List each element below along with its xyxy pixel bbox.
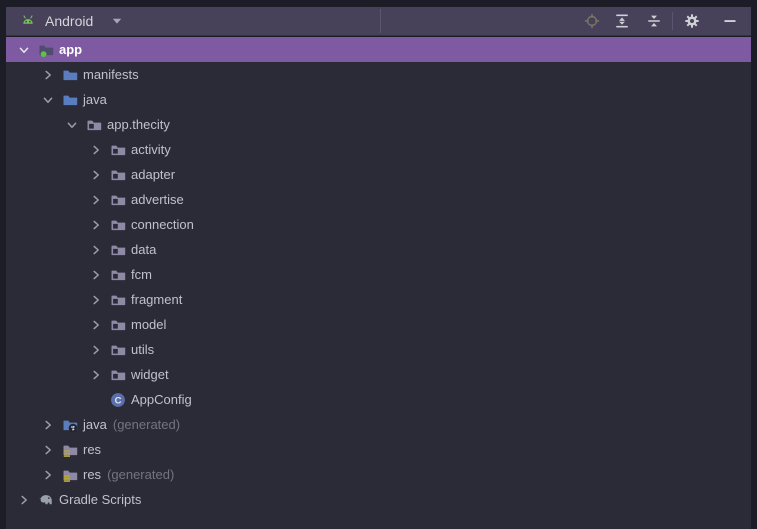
view-selector[interactable]: Android: [20, 7, 125, 35]
tree-row-widget[interactable]: widget: [6, 362, 751, 387]
package-folder-icon: [110, 267, 126, 283]
chevron-right-icon[interactable]: [40, 467, 56, 483]
tree-row-label: app.thecity: [107, 117, 170, 133]
package-folder-icon: [110, 317, 126, 333]
tree-row-label: activity: [131, 142, 171, 158]
project-toolbar: Android: [6, 7, 751, 36]
tree-row-suffix: (generated): [107, 467, 174, 482]
tree-row-suffix: (generated): [113, 417, 180, 432]
svg-text:C: C: [115, 395, 122, 406]
package-folder-icon: [110, 217, 126, 233]
resources-folder-icon: [62, 467, 78, 483]
project-tool-window: Android appmanifestsjavaapp.thecityactiv…: [0, 0, 757, 529]
tree-row-label: AppConfig: [131, 392, 192, 408]
chevron-right-icon[interactable]: [88, 342, 104, 358]
tree-row-label: fragment: [131, 292, 182, 308]
package-folder-icon: [110, 342, 126, 358]
tree-row-label: manifests: [83, 67, 139, 83]
tree-row-res[interactable]: res: [6, 437, 751, 462]
locate-file-icon[interactable]: [583, 12, 601, 30]
tree-row-app-thecity[interactable]: app.thecity: [6, 112, 751, 137]
package-folder-icon: [110, 167, 126, 183]
tree-row-advertise[interactable]: advertise: [6, 187, 751, 212]
resources-folder-icon: [62, 442, 78, 458]
tree-row-label: java: [83, 92, 107, 108]
toolbar-divider: [672, 12, 673, 30]
tree-row-connection[interactable]: connection: [6, 212, 751, 237]
chevron-down-icon[interactable]: [64, 117, 80, 133]
chevron-right-icon[interactable]: [88, 192, 104, 208]
tree-row-activity[interactable]: activity: [6, 137, 751, 162]
chevron-right-icon[interactable]: [88, 317, 104, 333]
folder-blue-icon: [62, 67, 78, 83]
selector-caret-icon: [109, 13, 125, 29]
package-folder-icon: [110, 292, 126, 308]
chevron-right-icon[interactable]: [88, 217, 104, 233]
package-folder-icon: [110, 142, 126, 158]
chevron-spacer: [88, 392, 104, 408]
tree-row-model[interactable]: model: [6, 312, 751, 337]
hide-panel-icon[interactable]: [721, 12, 739, 30]
tree-row-label: res: [83, 442, 101, 458]
project-tree: appmanifestsjavaapp.thecityactivityadapt…: [6, 37, 751, 529]
package-folder-icon: [86, 117, 102, 133]
chevron-right-icon[interactable]: [88, 292, 104, 308]
chevron-right-icon[interactable]: [88, 142, 104, 158]
settings-gear-icon[interactable]: [683, 12, 701, 30]
tree-row-label: java: [83, 417, 107, 433]
tree-row-label: advertise: [131, 192, 184, 208]
collapse-all-icon[interactable]: [645, 12, 663, 30]
tree-row-label: model: [131, 317, 166, 333]
tree-row-appconfig[interactable]: C AppConfig: [6, 387, 751, 412]
tree-row-java[interactable]: java: [6, 87, 751, 112]
tree-row-adapter[interactable]: adapter: [6, 162, 751, 187]
tree-row-res[interactable]: res (generated): [6, 462, 751, 487]
package-folder-icon: [110, 367, 126, 383]
folder-blue-icon: [62, 92, 78, 108]
toolbar-divider: [380, 9, 381, 33]
tree-row-label: data: [131, 242, 156, 258]
tree-row-fragment[interactable]: fragment: [6, 287, 751, 312]
chevron-right-icon[interactable]: [16, 492, 32, 508]
package-folder-icon: [110, 192, 126, 208]
tree-row-label: adapter: [131, 167, 175, 183]
chevron-right-icon[interactable]: [40, 442, 56, 458]
tree-row-manifests[interactable]: manifests: [6, 62, 751, 87]
package-folder-icon: [110, 242, 126, 258]
tree-row-label: fcm: [131, 267, 152, 283]
tree-row-label: utils: [131, 342, 154, 358]
tree-row-label: res: [83, 467, 101, 483]
tree-row-java[interactable]: java (generated): [6, 412, 751, 437]
android-module-folder-icon: [38, 42, 54, 58]
tree-row-label: app: [59, 42, 82, 58]
tree-row-gradle-scripts[interactable]: Gradle Scripts: [6, 487, 751, 512]
tree-row-fcm[interactable]: fcm: [6, 262, 751, 287]
java-class-icon: C: [110, 392, 126, 408]
chevron-down-icon[interactable]: [16, 42, 32, 58]
generated-sources-folder-icon: [62, 417, 78, 433]
chevron-right-icon[interactable]: [88, 367, 104, 383]
tree-row-app[interactable]: app: [6, 37, 751, 62]
tree-row-label: Gradle Scripts: [59, 492, 141, 508]
chevron-down-icon[interactable]: [40, 92, 56, 108]
expand-all-icon[interactable]: [613, 12, 631, 30]
gradle-elephant-icon: [38, 492, 54, 508]
chevron-right-icon[interactable]: [88, 267, 104, 283]
android-robot-icon: [20, 13, 37, 30]
chevron-right-icon[interactable]: [88, 242, 104, 258]
chevron-right-icon[interactable]: [88, 167, 104, 183]
tree-row-utils[interactable]: utils: [6, 337, 751, 362]
view-selector-label: Android: [45, 13, 93, 29]
tree-row-label: connection: [131, 217, 194, 233]
chevron-right-icon[interactable]: [40, 417, 56, 433]
tree-row-data[interactable]: data: [6, 237, 751, 262]
tree-row-label: widget: [131, 367, 169, 383]
chevron-right-icon[interactable]: [40, 67, 56, 83]
